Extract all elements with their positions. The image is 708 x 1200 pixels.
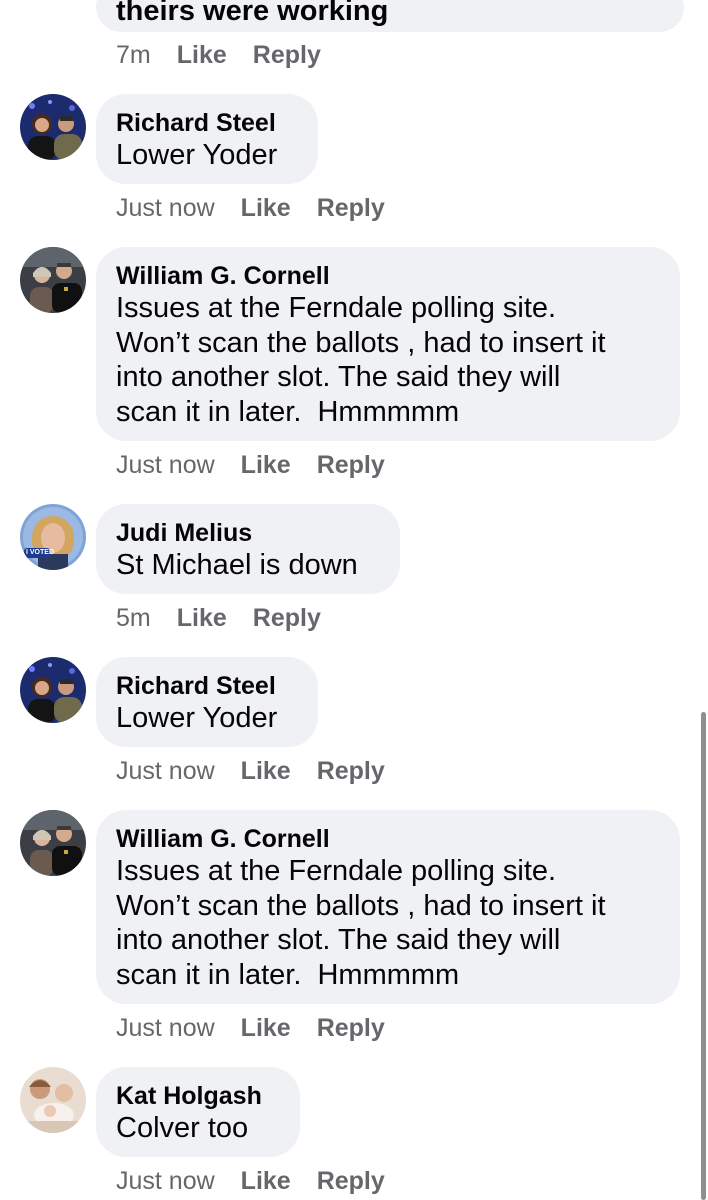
like-button[interactable]: Like [241,757,291,785]
comment-bubble: Judi Melius St Michael is down [96,504,400,594]
comment-actions: 7m Like Reply [116,40,347,70]
like-button[interactable]: Like [177,41,227,69]
comment-timestamp: Just now [116,1014,215,1042]
avatar[interactable] [20,657,86,723]
like-button[interactable]: Like [177,604,227,632]
comment-bubble: Richard Steel Lower Yoder [96,94,318,184]
like-button[interactable]: Like [241,194,291,222]
comment-bubble: William G. Cornell Issues at the Ferndal… [96,247,680,441]
comment-text: Colver too [116,1112,249,1144]
reply-button[interactable]: Reply [317,1167,385,1195]
avatar-badge: I VOTED [26,549,55,556]
reply-button[interactable]: Reply [253,41,321,69]
avatar[interactable]: I VOTED [20,504,86,570]
comment-timestamp: Just now [116,194,215,222]
comment-actions: Just now Like Reply [116,1013,411,1043]
commenter-name[interactable]: William G. Cornell [116,261,660,291]
comment-timestamp: 7m [116,41,151,69]
like-button[interactable]: Like [241,1167,291,1195]
comment-bubble: Richard Steel Lower Yoder [96,657,318,747]
commenter-name[interactable]: Judi Melius [116,518,380,548]
comment-text: St Michael is down [116,549,358,581]
commenter-name[interactable]: Richard Steel [116,671,298,701]
reply-button[interactable]: Reply [317,1014,385,1042]
commenter-name[interactable]: Kat Holgash [116,1081,280,1111]
commenter-name[interactable]: William G. Cornell [116,824,660,854]
reply-button[interactable]: Reply [317,757,385,785]
reply-button[interactable]: Reply [253,604,321,632]
comment-text: Issues at the Ferndale polling site. Won… [116,292,606,428]
reply-button[interactable]: Reply [317,451,385,479]
comment-bubble: Kat Holgash Colver too [96,1067,300,1157]
reply-button[interactable]: Reply [317,194,385,222]
like-button[interactable]: Like [241,1014,291,1042]
comment-bubble: William G. Cornell Issues at the Ferndal… [96,810,680,1004]
comment-bubble: theirs were working [96,0,684,32]
avatar[interactable] [20,94,86,160]
comment-timestamp: Just now [116,451,215,479]
comment-text: Lower Yoder [116,139,278,171]
comment-actions: 5m Like Reply [116,603,347,633]
comment-timestamp: Just now [116,1167,215,1195]
comment-actions: Just now Like Reply [116,756,411,786]
avatar[interactable] [20,247,86,313]
avatar[interactable] [20,1067,86,1133]
comment-text: Lower Yoder [116,702,278,734]
comment-timestamp: 5m [116,604,151,632]
comment-actions: Just now Like Reply [116,193,411,223]
like-button[interactable]: Like [241,451,291,479]
commenter-name[interactable]: Richard Steel [116,108,298,138]
comment-actions: Just now Like Reply [116,450,411,480]
scrollbar[interactable] [701,712,706,1200]
avatar[interactable] [20,810,86,876]
comment-text: theirs were working [116,0,389,27]
comment-actions: Just now Like Reply [116,1166,411,1196]
comment-timestamp: Just now [116,757,215,785]
comment-text: Issues at the Ferndale polling site. Won… [116,855,606,991]
